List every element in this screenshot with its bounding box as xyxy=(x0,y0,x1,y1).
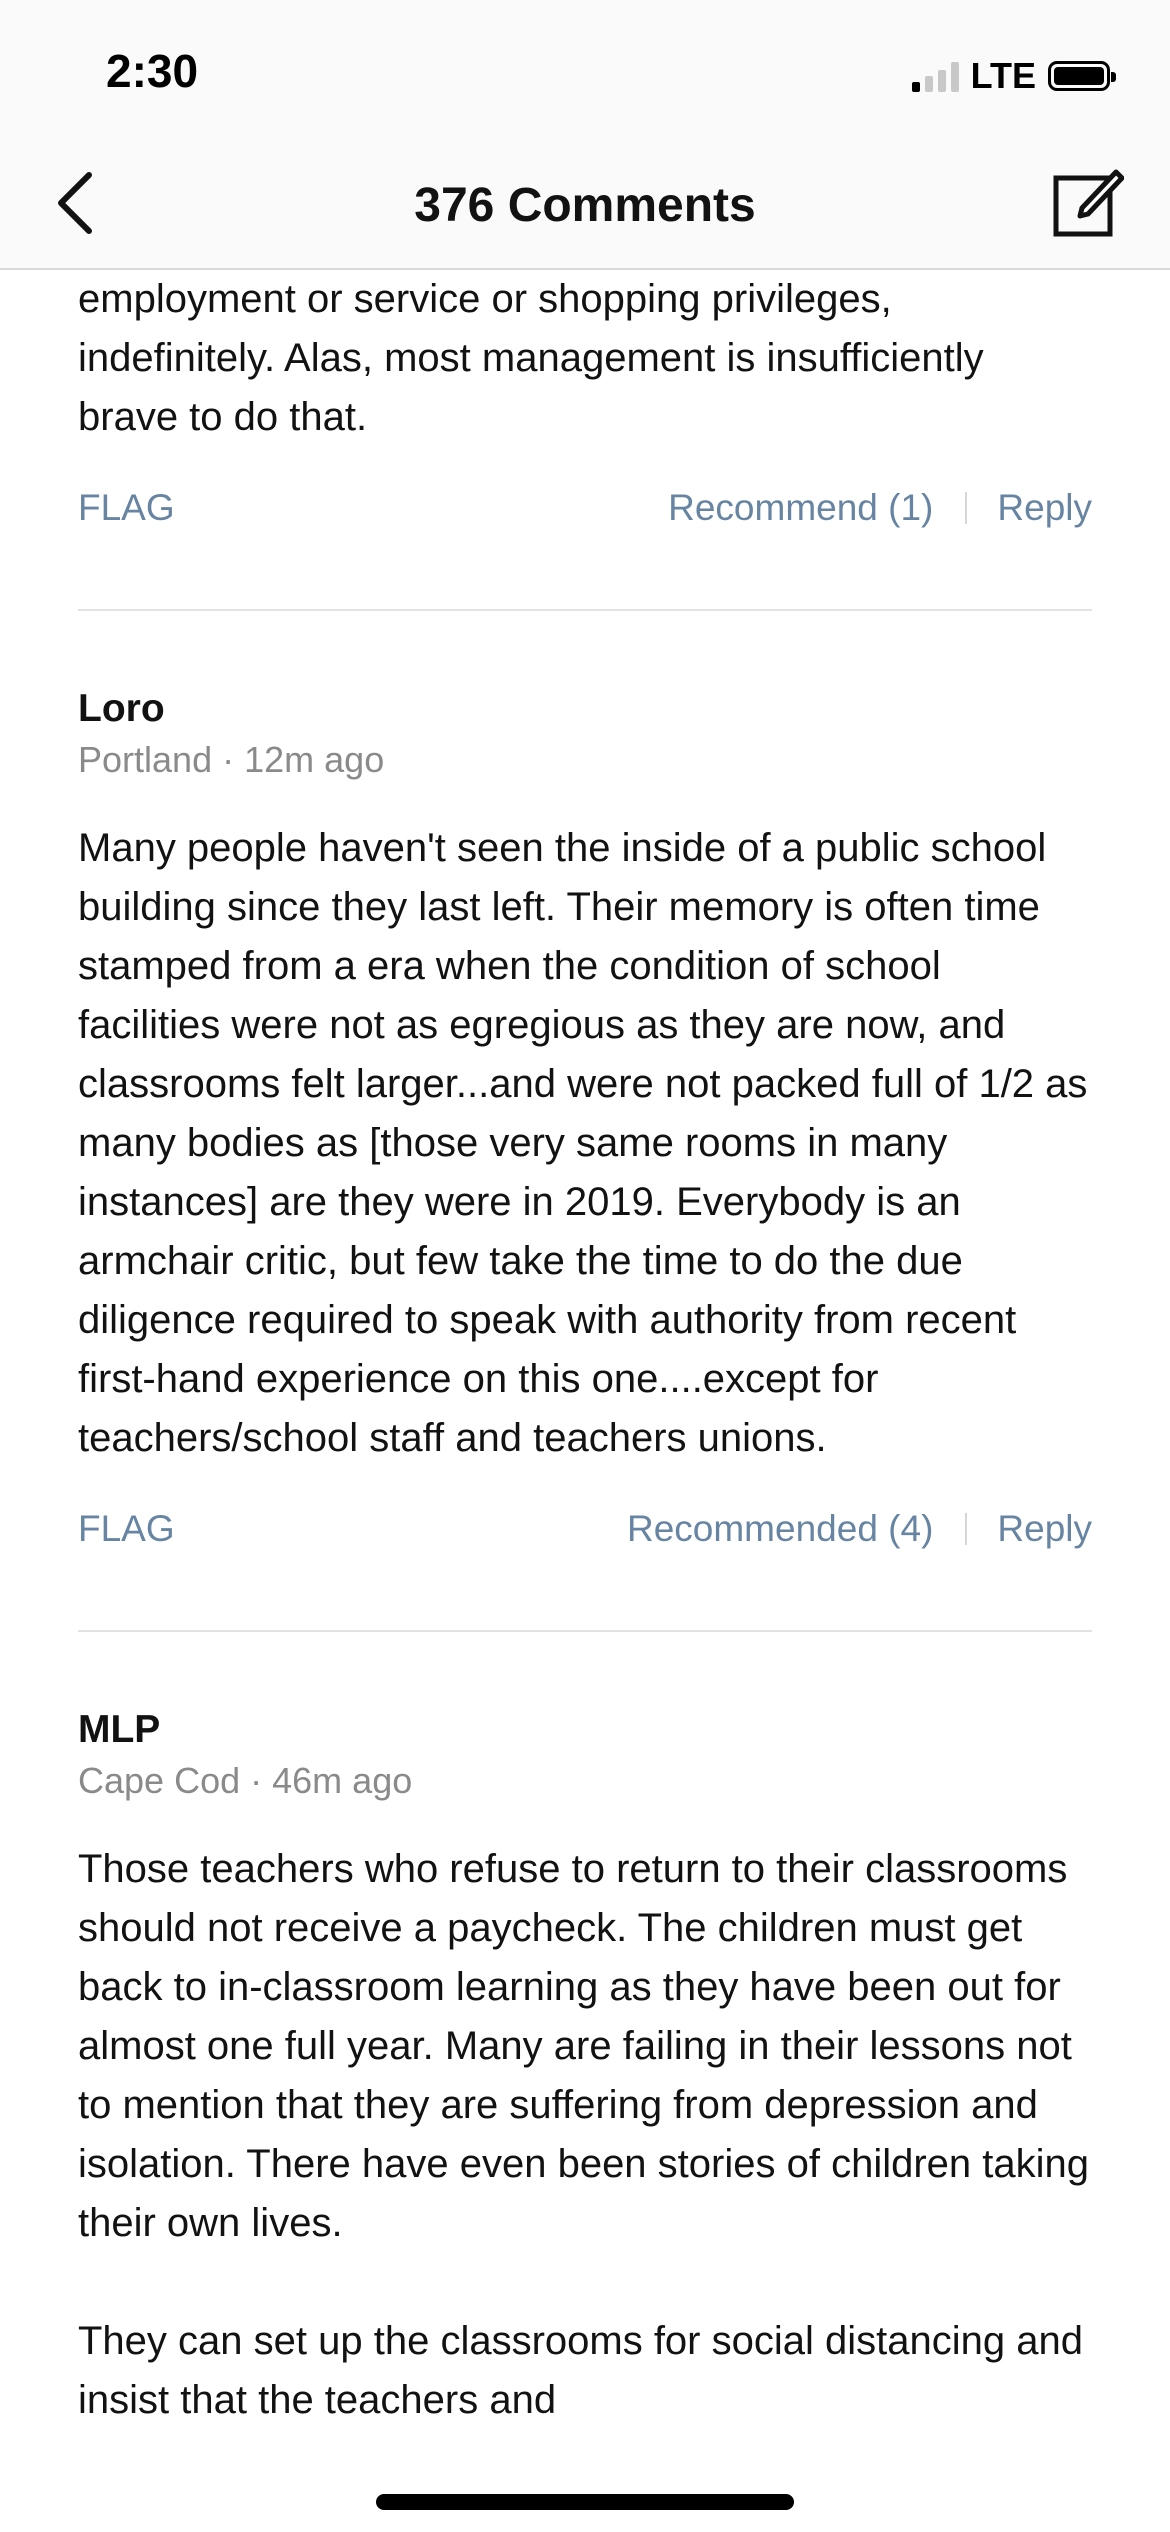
comment-author[interactable]: Loro xyxy=(78,687,1092,731)
comment-body-continued: They can set up the classrooms for socia… xyxy=(78,2319,1083,2422)
reply-button[interactable]: Reply xyxy=(997,487,1092,529)
battery-icon xyxy=(1048,61,1116,91)
recommend-button[interactable]: Recommend (1) xyxy=(668,487,933,529)
network-type: LTE xyxy=(970,55,1036,96)
comment-separator xyxy=(78,1630,1092,1632)
reply-button[interactable]: Reply xyxy=(997,1508,1092,1550)
comment-meta: Portland · 12m ago xyxy=(78,739,1092,781)
comment: MLP Cape Cod · 46m ago Those teachers wh… xyxy=(78,1708,1092,2430)
comment-body: Many people haven't seen the inside of a… xyxy=(78,826,1088,1460)
flag-button[interactable]: FLAG xyxy=(78,1508,175,1550)
write-comment-button[interactable] xyxy=(1050,164,1126,240)
comment-location: Portland xyxy=(78,739,213,780)
status-time: 2:30 xyxy=(106,45,199,97)
comment: Loro Portland · 12m ago Many people have… xyxy=(78,687,1092,1559)
meta-separator: · xyxy=(250,1760,263,1801)
compose-icon xyxy=(1053,169,1124,237)
comment-author[interactable]: MLP xyxy=(78,1708,1092,1752)
navigation-bar: 376 Comments xyxy=(0,140,1170,270)
action-divider xyxy=(965,492,968,524)
recommend-button[interactable]: Recommended (4) xyxy=(627,1508,933,1550)
comment-actions: FLAG Recommended (4) Reply xyxy=(78,1499,1092,1559)
comment-separator xyxy=(78,609,1092,611)
page-title: 376 Comments xyxy=(414,179,756,232)
comment-body: employment or service or shopping privil… xyxy=(78,277,984,439)
comment-meta: Cape Cod · 46m ago xyxy=(78,1760,1092,1802)
comment-location: Cape Cod xyxy=(78,1760,241,1801)
comment-time: 46m ago xyxy=(272,1760,413,1801)
home-indicator[interactable] xyxy=(376,2494,794,2510)
flag-button[interactable]: FLAG xyxy=(78,487,175,529)
comment-actions: FLAG Recommend (1) Reply xyxy=(78,478,1092,538)
comment-time: 12m ago xyxy=(244,739,385,780)
comment: employment or service or shopping privil… xyxy=(78,270,1092,538)
status-indicators: LTE xyxy=(911,54,1116,98)
action-divider xyxy=(965,1513,968,1545)
meta-separator: · xyxy=(222,739,235,780)
cellular-signal-icon xyxy=(911,60,959,92)
comment-body: Those teachers who refuse to return to t… xyxy=(78,1847,1089,2245)
status-bar: 2:30 LTE xyxy=(0,0,1170,140)
comments-list: employment or service or shopping privil… xyxy=(78,270,1092,2430)
